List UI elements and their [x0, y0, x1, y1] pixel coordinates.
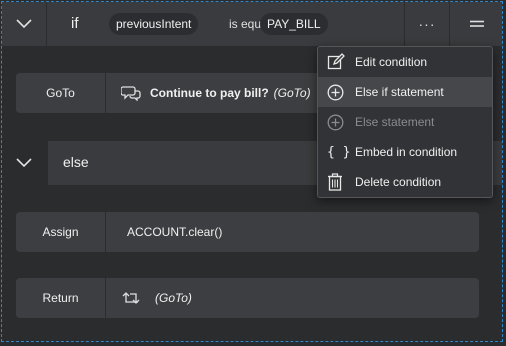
return-arrows-icon — [122, 292, 140, 304]
condition-value-pill[interactable]: PAY_BILL — [260, 13, 328, 35]
condition-variable-pill[interactable]: previousIntent — [109, 13, 199, 35]
menu-item-delete-condition[interactable]: Delete condition — [318, 167, 492, 197]
return-target[interactable]: (GoTo) — [121, 278, 192, 318]
assign-action-row[interactable]: Assign ACCOUNT.clear() — [16, 212, 479, 252]
assign-expression[interactable]: ACCOUNT.clear() — [127, 212, 222, 252]
assign-action-label: Assign — [16, 212, 106, 252]
goto-title: Continue to pay bill? — [150, 86, 269, 100]
drag-handle-icon — [469, 20, 484, 27]
menu-item-else-if-statement[interactable]: Else if statement — [318, 77, 492, 107]
else-keyword: else — [63, 154, 89, 170]
goto-action-label: GoTo — [16, 73, 106, 113]
menu-item-embed-in-condition[interactable]: { } Embed in condition — [318, 137, 492, 167]
collapse-else-button[interactable] — [2, 141, 46, 185]
menu-item-label: Edit condition — [355, 55, 428, 69]
trash-icon — [318, 173, 355, 191]
divider — [46, 2, 47, 46]
return-suffix: (GoTo) — [155, 291, 192, 305]
plus-circle-icon — [318, 84, 355, 101]
menu-item-label: Embed in condition — [355, 145, 458, 159]
if-keyword: if — [71, 15, 79, 32]
ellipsis-icon: ··· — [418, 16, 436, 32]
chevron-down-icon — [16, 158, 32, 168]
menu-item-label: Delete condition — [355, 175, 442, 189]
goto-suffix: (GoTo) — [273, 86, 311, 100]
menu-item-label: Else if statement — [355, 85, 444, 99]
menu-item-else-statement: Else statement — [318, 107, 492, 137]
return-action-row[interactable]: Return (GoTo) — [16, 278, 479, 318]
collapse-if-button[interactable] — [2, 2, 46, 46]
more-options-button[interactable]: ··· — [404, 2, 449, 46]
return-action-label: Return — [16, 278, 106, 318]
braces-icon: { } — [327, 144, 351, 160]
plus-circle-icon — [318, 114, 355, 131]
menu-item-label: Else statement — [355, 115, 435, 129]
chevron-down-icon — [16, 19, 32, 29]
goto-target[interactable]: Continue to pay bill? (GoTo) — [121, 73, 311, 113]
if-condition-header[interactable]: if previousIntent is equal to PAY_BILL ·… — [2, 2, 502, 46]
drag-handle[interactable] — [449, 2, 503, 46]
condition-options-menu: Edit condition Else if statement Else st… — [317, 46, 493, 198]
edit-icon — [318, 53, 355, 71]
menu-item-edit-condition[interactable]: Edit condition — [318, 47, 492, 77]
chat-bubbles-icon — [121, 86, 141, 101]
